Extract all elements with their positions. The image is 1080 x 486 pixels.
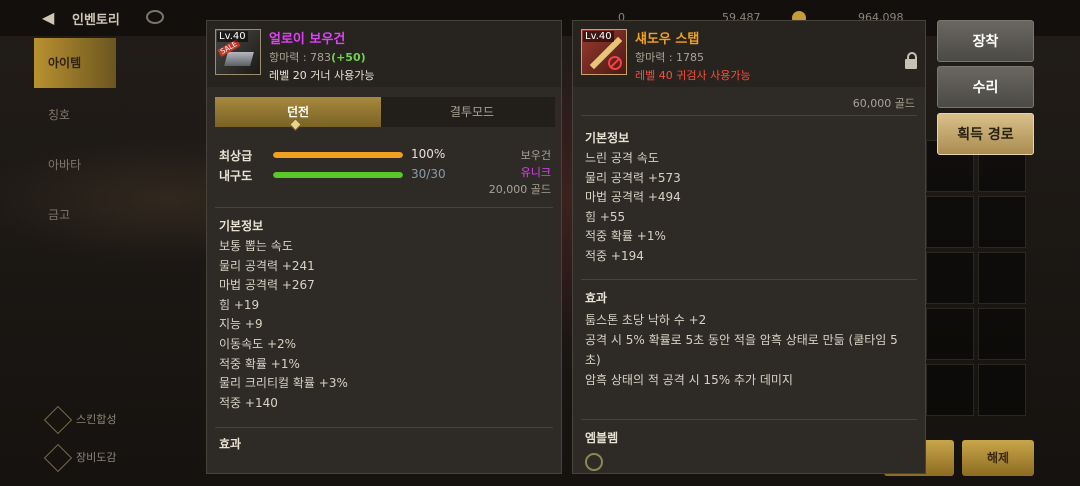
defense-bonus: (+50) bbox=[331, 51, 366, 64]
item-requirement: 레벨 40 귀검사 사용가능 bbox=[635, 69, 751, 82]
skin-synthesis-label: 스킨합성 bbox=[76, 413, 117, 426]
stat-line: 이동속도 +2% bbox=[219, 336, 297, 351]
eye-icon[interactable] bbox=[146, 10, 164, 24]
bowgun-graphic bbox=[224, 52, 254, 66]
stat-line: 힘 +19 bbox=[219, 297, 260, 312]
diamond-icon bbox=[43, 443, 73, 473]
inventory-slot[interactable] bbox=[978, 308, 1026, 360]
item-defense: 항마력 : 783(+50) bbox=[269, 49, 366, 65]
stat-line: 보통 뽑는 속도 bbox=[219, 239, 293, 253]
item-requirement: 레벨 20 거너 사용가능 bbox=[269, 69, 375, 82]
basic-info-title: 기본정보 bbox=[219, 219, 264, 233]
inventory-slot[interactable] bbox=[978, 252, 1026, 304]
skin-synthesis-button[interactable]: 스킨합성 bbox=[43, 405, 117, 435]
item-level-badge: Lv.40 bbox=[217, 31, 248, 42]
tab-pvp[interactable]: 결투모드 bbox=[389, 97, 555, 127]
item-tooltip-compare: SALE Lv.40 얼로이 보우건 항마력 : 783(+50) 레벨 20 … bbox=[206, 20, 562, 474]
divider bbox=[581, 115, 917, 116]
durability-bar-fill bbox=[273, 172, 403, 178]
inventory-slot[interactable] bbox=[926, 196, 974, 248]
stat-line: 힘 +55 bbox=[585, 209, 626, 224]
equip-button[interactable]: 장착 bbox=[937, 20, 1034, 62]
equipment-codex-button[interactable]: 장비도감 bbox=[43, 443, 117, 473]
item-defense: 항마력 : 1785 bbox=[635, 51, 705, 64]
stat-line: 지능 +9 bbox=[219, 317, 263, 332]
stat-line: 적중 확률 +1% bbox=[219, 356, 300, 371]
effect-line: 툼스톤 초당 낙하 수 +2 bbox=[585, 313, 707, 327]
not-usable-icon bbox=[608, 56, 622, 70]
sidebar-item-items[interactable]: 아이템 bbox=[34, 38, 116, 88]
effect-title: 효과 bbox=[585, 291, 608, 305]
item-price: 60,000 골드 bbox=[852, 97, 915, 110]
item-tooltip-selected: Lv.40 섀도우 스탭 항마력 : 1785 레벨 40 귀검사 사용가능 6… bbox=[572, 20, 926, 474]
bowgun-item-icon: SALE Lv.40 bbox=[215, 29, 261, 75]
divider bbox=[215, 427, 553, 428]
effect-title: 효과 bbox=[219, 437, 242, 451]
stat-line: 물리 공격력 +241 bbox=[219, 258, 315, 273]
diamond-icon bbox=[43, 405, 73, 435]
grade-bar-fill bbox=[273, 152, 403, 158]
inventory-slot[interactable] bbox=[978, 196, 1026, 248]
emblem-title: 엠블렘 bbox=[585, 431, 619, 445]
stat-line: 마법 공격력 +267 bbox=[219, 278, 315, 293]
divider bbox=[215, 207, 553, 208]
sidebar-item-titles[interactable]: 칭호 bbox=[34, 90, 202, 140]
basic-info-title: 기본정보 bbox=[585, 131, 630, 145]
divider bbox=[581, 419, 917, 420]
sidebar-item-vault[interactable]: 금고 bbox=[34, 190, 202, 240]
item-rarity: 유니크 bbox=[520, 166, 551, 179]
inventory-slot[interactable] bbox=[978, 364, 1026, 416]
item-name: 얼로이 보우건 bbox=[269, 32, 346, 47]
back-arrow-icon[interactable]: ◀ bbox=[42, 8, 54, 27]
divider bbox=[581, 279, 917, 280]
staff-item-icon: Lv.40 bbox=[581, 29, 627, 75]
inventory-slot[interactable] bbox=[926, 308, 974, 360]
equipment-codex-label: 장비도감 bbox=[76, 451, 117, 464]
durability-bar-row: 내구도 30/30 bbox=[219, 167, 459, 185]
unequip-button[interactable]: 해제 bbox=[962, 440, 1034, 476]
stat-line: 물리 크리티컬 확률 +3% bbox=[219, 376, 348, 391]
stat-line: 적중 +140 bbox=[219, 395, 278, 410]
inventory-slot[interactable] bbox=[926, 364, 974, 416]
basic-stats-list: 느린 공격 속도물리 공격력 +573 마법 공격력 +494 힘 +55 적중 확률… bbox=[585, 149, 681, 267]
grade-bar-row: 최상급 100% bbox=[219, 147, 459, 165]
inventory-title: 인벤토리 bbox=[72, 13, 120, 28]
sidebar-item-avatar[interactable]: 아바타 bbox=[34, 140, 202, 190]
mode-tabs: 던전 결투모드 bbox=[215, 97, 555, 127]
lock-icon[interactable] bbox=[905, 52, 917, 69]
item-name: 섀도우 스탭 bbox=[635, 32, 700, 47]
effect-line: 암흑 상태의 적 공격 시 15% 추가 데미지 bbox=[585, 373, 793, 387]
grade-label: 최상급 bbox=[219, 149, 253, 163]
repair-button[interactable]: 수리 bbox=[937, 66, 1034, 108]
defense-value: 항마력 : 783 bbox=[269, 51, 332, 64]
effect-line: 공격 시 5% 확률로 5초 동안 적을 암흑 상태로 만듦 (쿨타임 5초) bbox=[585, 333, 898, 367]
stat-line: 느린 공격 속도 bbox=[585, 151, 659, 165]
emblem-slot-icon bbox=[585, 453, 603, 471]
item-header: Lv.40 섀도우 스탭 항마력 : 1785 레벨 40 귀검사 사용가능 bbox=[573, 21, 925, 87]
item-price: 20,000 골드 bbox=[488, 183, 551, 196]
basic-stats-list: 보통 뽑는 속도물리 공격력 +241 마법 공격력 +267 힘 +19 지능 +9… bbox=[219, 237, 348, 413]
stat-line: 적중 +194 bbox=[585, 248, 644, 263]
stat-line: 적중 확률 +1% bbox=[585, 229, 666, 244]
stat-line: 마법 공격력 +494 bbox=[585, 190, 681, 205]
stat-line: 물리 공격력 +573 bbox=[585, 170, 681, 185]
item-header: SALE Lv.40 얼로이 보우건 항마력 : 783(+50) 레벨 20 … bbox=[207, 21, 561, 87]
grade-bar bbox=[273, 152, 403, 158]
item-type: 보우건 bbox=[520, 149, 551, 162]
durability-value: 30/30 bbox=[411, 167, 446, 181]
inventory-slot[interactable] bbox=[926, 252, 974, 304]
grade-value: 100% bbox=[411, 147, 446, 161]
acquisition-path-button[interactable]: 획득 경로 bbox=[937, 113, 1034, 155]
durability-label: 내구도 bbox=[219, 169, 253, 183]
item-level-badge: Lv.40 bbox=[583, 31, 614, 42]
durability-bar bbox=[273, 172, 403, 178]
